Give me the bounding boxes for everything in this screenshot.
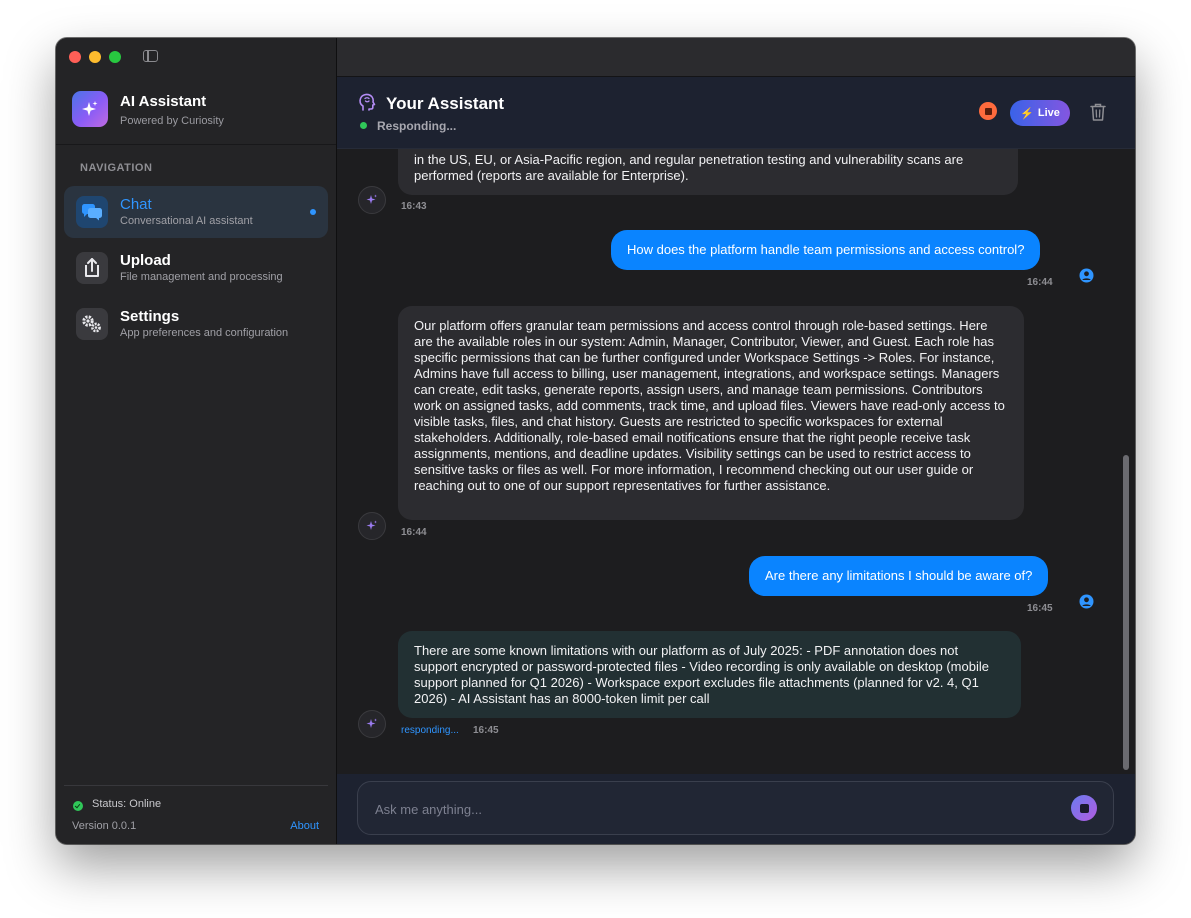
message-text: There are some known limitations with ou… bbox=[414, 643, 989, 706]
user-message-bubble: How does the platform handle team permis… bbox=[611, 230, 1041, 270]
titlebar-drag-area bbox=[337, 38, 1135, 77]
connection-status: Status: Online bbox=[92, 798, 162, 810]
message-timestamp: 16:44 bbox=[401, 527, 427, 538]
live-label: Live bbox=[1037, 107, 1060, 119]
lightning-icon: ⚡ bbox=[1020, 107, 1034, 120]
stop-response-button[interactable] bbox=[1071, 795, 1097, 821]
sidebar: AI Assistant Powered by Curiosity NAVIGA… bbox=[56, 38, 337, 844]
message-text: in the US, EU, or Asia-Pacific region, a… bbox=[414, 152, 964, 183]
assistant-avatar bbox=[358, 512, 386, 540]
brand-header: AI Assistant Powered by Curiosity bbox=[56, 76, 336, 145]
sidebar-item-label: Settings bbox=[120, 308, 180, 325]
active-indicator bbox=[310, 209, 316, 215]
zoom-window-button[interactable] bbox=[109, 51, 121, 63]
close-window-button[interactable] bbox=[69, 51, 81, 63]
app-title: AI Assistant bbox=[120, 93, 207, 110]
nav-heading: NAVIGATION bbox=[80, 162, 153, 174]
message-text: Are there any limitations I should be aw… bbox=[765, 568, 1033, 583]
sidebar-toggle-icon[interactable] bbox=[143, 50, 158, 62]
chat-panel: Your Assistant Responding... ⚡ Live in t… bbox=[337, 38, 1135, 844]
message-timestamp: 16:45 bbox=[1027, 603, 1053, 614]
message-timestamp: 16:44 bbox=[1027, 277, 1053, 288]
app-window: AI Assistant Powered by Curiosity NAVIGA… bbox=[56, 38, 1135, 844]
message-text: How does the platform handle team permis… bbox=[627, 242, 1025, 257]
responding-label: responding... bbox=[401, 725, 459, 736]
responding-indicator bbox=[360, 122, 367, 129]
message-timestamp: 16:45 bbox=[473, 725, 499, 736]
assistant-message-bubble: in the US, EU, or Asia-Pacific region, a… bbox=[398, 148, 1018, 195]
trash-icon[interactable] bbox=[1089, 102, 1107, 122]
sidebar-divider bbox=[64, 785, 328, 786]
about-link[interactable]: About bbox=[290, 820, 319, 832]
user-avatar-icon bbox=[1079, 268, 1094, 283]
message-list: in the US, EU, or Asia-Pacific region, a… bbox=[337, 148, 1135, 774]
message-timestamp: 16:43 bbox=[401, 201, 427, 212]
user-avatar-icon bbox=[1079, 594, 1094, 609]
assistant-avatar bbox=[358, 710, 386, 738]
chat-bubbles-icon bbox=[76, 196, 108, 228]
sidebar-item-label: Upload bbox=[120, 252, 171, 269]
sparkle-icon bbox=[72, 91, 108, 127]
version-label: Version 0.0.1 bbox=[72, 820, 137, 832]
titlebar bbox=[56, 38, 336, 76]
online-check-icon bbox=[73, 801, 83, 811]
composer-area bbox=[337, 774, 1135, 844]
brain-head-icon bbox=[359, 93, 376, 111]
message-text: Our platform offers granular team permis… bbox=[414, 318, 1005, 493]
sidebar-item-description: App preferences and configuration bbox=[120, 327, 289, 339]
sidebar-item-upload[interactable]: Upload File management and processing bbox=[64, 242, 328, 294]
sidebar-item-settings[interactable]: Settings App preferences and configurati… bbox=[64, 298, 328, 350]
sidebar-item-chat[interactable]: Chat Conversational AI assistant bbox=[64, 186, 328, 238]
minimize-window-button[interactable] bbox=[89, 51, 101, 63]
assistant-message-bubble: There are some known limitations with ou… bbox=[398, 631, 1021, 718]
composer bbox=[357, 781, 1114, 836]
live-toggle-button[interactable]: ⚡ Live bbox=[1010, 100, 1070, 126]
stop-icon bbox=[984, 107, 992, 115]
assistant-avatar bbox=[358, 186, 386, 214]
assistant-message-bubble: Our platform offers granular team permis… bbox=[398, 306, 1024, 520]
user-message-bubble: Are there any limitations I should be aw… bbox=[749, 556, 1049, 596]
stop-generation-button[interactable] bbox=[979, 102, 997, 120]
sidebar-item-description: File management and processing bbox=[120, 271, 283, 283]
stop-square-icon bbox=[1079, 803, 1089, 813]
gears-icon bbox=[76, 308, 108, 340]
responding-status: Responding... bbox=[377, 119, 457, 133]
sidebar-item-label: Chat bbox=[120, 196, 152, 213]
chat-title: Your Assistant bbox=[386, 94, 505, 113]
message-input[interactable] bbox=[373, 782, 1057, 836]
upload-icon bbox=[76, 252, 108, 284]
scrollbar-thumb[interactable] bbox=[1123, 455, 1129, 770]
app-subtitle: Powered by Curiosity bbox=[120, 115, 224, 127]
sidebar-item-description: Conversational AI assistant bbox=[120, 215, 253, 227]
